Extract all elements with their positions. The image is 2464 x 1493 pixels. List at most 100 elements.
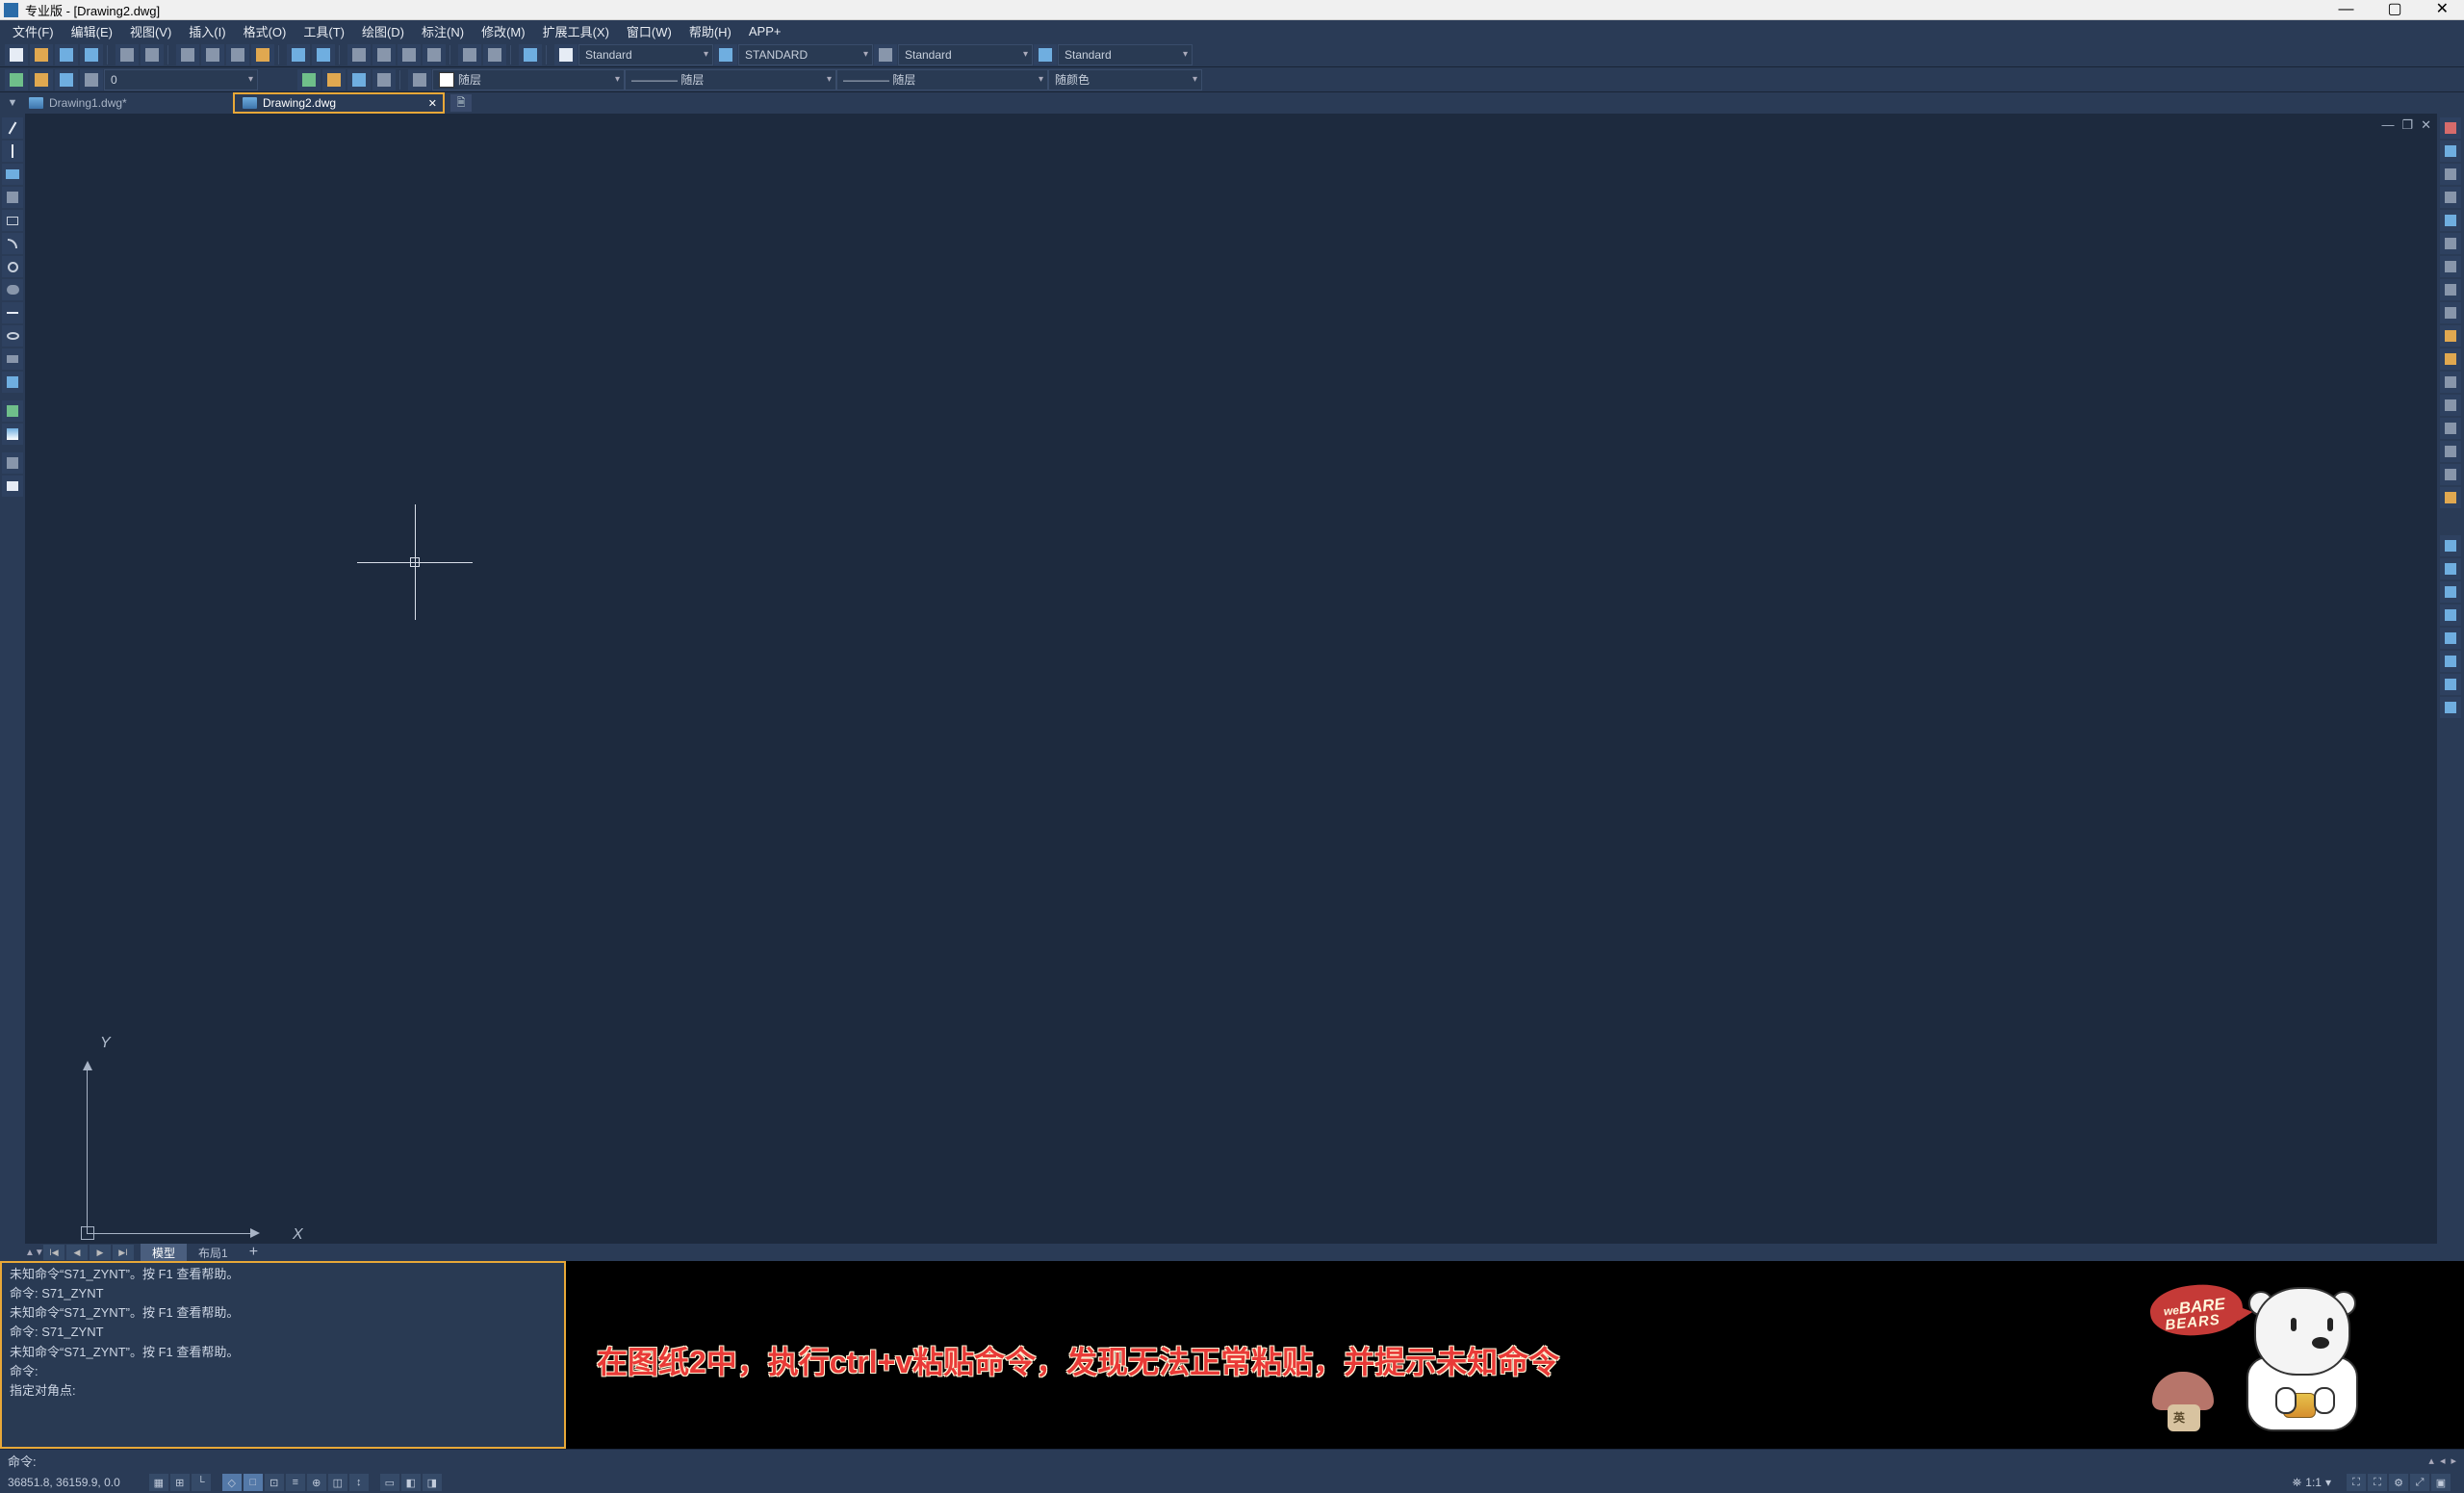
maximize-button[interactable]: ▢ — [2387, 2, 2401, 17]
snap-toggle[interactable]: ⊞ — [170, 1474, 190, 1491]
dim-aligned-tool[interactable] — [2440, 558, 2461, 579]
pline-tool[interactable] — [2, 164, 23, 185]
tabs-chevron-down[interactable]: ▼ — [4, 97, 21, 109]
close-button[interactable]: ✕ — [2436, 2, 2449, 17]
menu-app[interactable]: APP+ — [740, 24, 790, 39]
menu-file[interactable]: 文件(F) — [4, 22, 63, 40]
tool-button[interactable] — [483, 44, 506, 65]
spline-tool[interactable] — [2, 302, 23, 323]
zoomext-button[interactable] — [423, 44, 446, 65]
menu-view[interactable]: 视图(V) — [121, 22, 180, 40]
prop-button[interactable] — [458, 44, 481, 65]
explode-tool[interactable] — [2440, 487, 2461, 508]
dimstyle-icon[interactable] — [714, 44, 737, 65]
extend-tool[interactable] — [2440, 348, 2461, 370]
misc-toggle[interactable]: ◧ — [401, 1474, 421, 1491]
menu-window[interactable]: 窗口(W) — [618, 22, 680, 40]
preview-button[interactable] — [141, 44, 164, 65]
layerlck-button[interactable] — [372, 69, 396, 90]
redo-button[interactable] — [312, 44, 335, 65]
current-layer-dropdown[interactable]: 0 — [104, 69, 258, 90]
copyobj-tool[interactable] — [2440, 141, 2461, 162]
textstyle-dropdown[interactable]: Standard — [578, 44, 713, 65]
dim-rad-tool[interactable] — [2440, 628, 2461, 649]
erase-tool[interactable] — [2440, 117, 2461, 139]
new-button[interactable] — [5, 44, 28, 65]
lw-toggle[interactable]: ≡ — [286, 1474, 305, 1491]
drawing-canvas[interactable]: — ❐ ✕ Y X ▲▼ I◀ ◀ ▶ ▶I — [25, 114, 2437, 1261]
pan-button[interactable] — [347, 44, 371, 65]
ellipse-tool[interactable] — [2, 325, 23, 347]
mleaderstyle-icon[interactable] — [1034, 44, 1057, 65]
polar-toggle[interactable]: ◇ — [222, 1474, 242, 1491]
layeron-button[interactable] — [322, 69, 346, 90]
annovis-toggle[interactable]: ⛶ — [2368, 1474, 2387, 1491]
ws-toggle[interactable]: ⚙ — [2389, 1474, 2408, 1491]
ortho-toggle[interactable]: └ — [192, 1474, 211, 1491]
minimize-button[interactable]: — — [2338, 2, 2353, 17]
color-icon[interactable] — [408, 69, 431, 90]
save-button[interactable] — [55, 44, 78, 65]
line-tool[interactable] — [2, 117, 23, 139]
bylayer-color-dropdown[interactable]: 随层 — [432, 69, 625, 90]
menu-tools[interactable]: 工具(T) — [295, 22, 353, 40]
menu-modify[interactable]: 修改(M) — [473, 22, 534, 40]
layout-last-button[interactable]: ▶I — [113, 1245, 134, 1260]
misc2-toggle[interactable]: ◨ — [423, 1474, 442, 1491]
fillet-tool[interactable] — [2440, 464, 2461, 485]
copy-button[interactable] — [201, 44, 224, 65]
cmd-up-icon[interactable]: ▴ — [2428, 1454, 2434, 1467]
dimstyle-dropdown[interactable]: STANDARD — [738, 44, 873, 65]
misc-button[interactable] — [519, 44, 542, 65]
layer-lightbulb-icon[interactable] — [30, 69, 53, 90]
dim-dia-tool[interactable] — [2440, 651, 2461, 672]
region-tool[interactable] — [2, 452, 23, 474]
status-scale[interactable]: ⛯ 1:1 ▾ — [2293, 1476, 2331, 1490]
xline-tool[interactable] — [2, 141, 23, 162]
tablestyle-dropdown[interactable]: Standard — [898, 44, 1033, 65]
bylayer-lineweight-dropdown[interactable]: ———— 随层 — [836, 69, 1048, 90]
tablestyle-icon[interactable] — [874, 44, 897, 65]
dim-ang-tool[interactable] — [2440, 674, 2461, 695]
doc-restore-icon[interactable]: ❐ — [2401, 117, 2413, 133]
bylayer-linetype-dropdown[interactable]: ———— 随层 — [625, 69, 836, 90]
zoom-button[interactable] — [372, 44, 396, 65]
qp-toggle[interactable]: ◫ — [328, 1474, 347, 1491]
dim-arc-tool[interactable] — [2440, 581, 2461, 603]
plot-button[interactable] — [116, 44, 139, 65]
open-button[interactable] — [30, 44, 53, 65]
menu-draw[interactable]: 绘图(D) — [353, 22, 413, 40]
layout-tab-layout1[interactable]: 布局1 — [187, 1244, 240, 1261]
close-tab-icon[interactable]: ✕ — [428, 97, 437, 110]
matchprop-button[interactable] — [251, 44, 274, 65]
grid-toggle[interactable]: ▦ — [149, 1474, 168, 1491]
max-toggle[interactable]: ⤢ — [2410, 1474, 2429, 1491]
menu-format[interactable]: 格式(O) — [235, 22, 295, 40]
undo-button[interactable] — [287, 44, 310, 65]
layout-expand-icon[interactable]: ▲▼ — [25, 1248, 42, 1258]
clean-toggle[interactable]: ▣ — [2431, 1474, 2451, 1491]
dim-linear-tool[interactable] — [2440, 535, 2461, 556]
break2-tool[interactable] — [2440, 395, 2461, 416]
layer-freeze-icon[interactable] — [55, 69, 78, 90]
osnap-toggle[interactable]: □ — [244, 1474, 263, 1491]
layer-manager-button[interactable] — [5, 69, 28, 90]
dim-cont-tool[interactable] — [2440, 697, 2461, 718]
mirror-tool[interactable] — [2440, 164, 2461, 185]
dyn-toggle[interactable]: ⊕ — [307, 1474, 326, 1491]
sc-toggle[interactable]: ↕ — [349, 1474, 369, 1491]
menu-insert[interactable]: 插入(I) — [180, 22, 234, 40]
new-tab-button[interactable]: 🗎 — [450, 94, 472, 112]
bycolor-dropdown[interactable]: 随颜色 — [1048, 69, 1202, 90]
doc-tab-drawing2[interactable]: Drawing2.dwg ✕ — [233, 92, 445, 114]
layerfrz-button[interactable] — [347, 69, 371, 90]
layout-tab-model[interactable]: 模型 — [141, 1244, 187, 1261]
command-log[interactable]: 未知命令“S71_ZYNT”。按 F1 查看帮助。 命令: S71_ZYNT 未… — [2, 1263, 564, 1447]
move-tool[interactable] — [2440, 233, 2461, 254]
layout-next-button[interactable]: ▶ — [90, 1245, 111, 1260]
offset-tool[interactable] — [2440, 187, 2461, 208]
menu-help[interactable]: 帮助(H) — [680, 22, 740, 40]
scale-tool[interactable] — [2440, 279, 2461, 300]
cut-button[interactable] — [176, 44, 199, 65]
layout-add-button[interactable]: + — [240, 1244, 268, 1261]
